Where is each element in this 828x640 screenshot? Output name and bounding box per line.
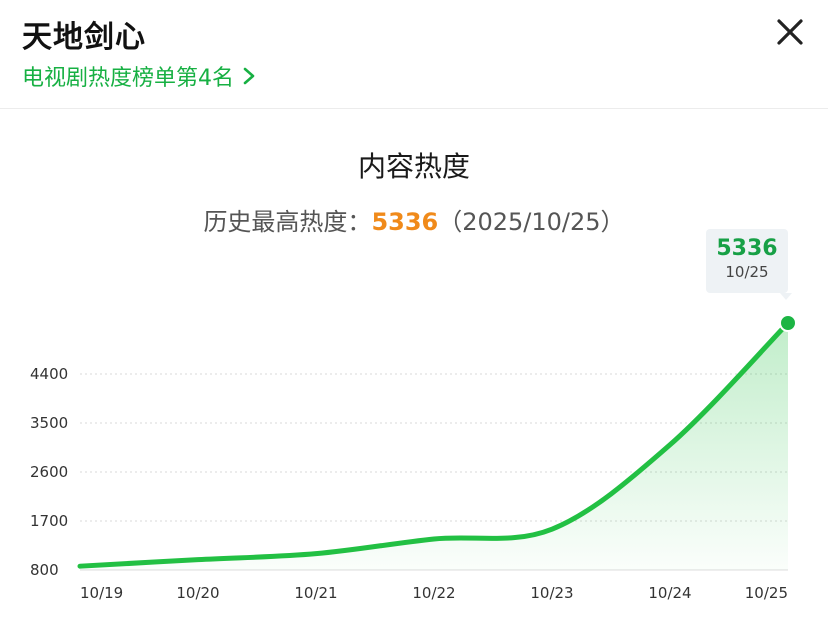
- x-tick-label: 10/19: [80, 584, 123, 602]
- y-tick-label: 800: [30, 561, 59, 579]
- chevron-right-icon: [243, 67, 255, 85]
- peak-tooltip: 5336 10/25: [706, 229, 788, 293]
- x-tick-label: 10/21: [294, 584, 337, 602]
- peak-point: [779, 314, 797, 332]
- x-tick-label: 10/20: [176, 584, 219, 602]
- x-tick-label: 10/23: [530, 584, 573, 602]
- x-tick-label: 10/25: [745, 584, 788, 602]
- tooltip-pointer: [780, 293, 792, 300]
- rank-link[interactable]: 电视剧热度榜单第4名: [22, 60, 258, 92]
- section-title: 内容热度: [357, 150, 470, 183]
- y-tick-label: 1700: [30, 512, 68, 530]
- show-title: 天地剑心: [22, 20, 146, 55]
- tooltip-value: 5336: [716, 236, 778, 261]
- x-tick-label: 10/22: [412, 584, 455, 602]
- y-tick-label: 2600: [30, 463, 68, 481]
- tooltip-date: 10/25: [725, 263, 769, 281]
- x-tick-label: 10/24: [648, 584, 691, 602]
- y-tick-label: 4400: [30, 365, 68, 383]
- heat-chart: 800 1700 2600 3500 4400 10/19 10/20 10/21 10/22…: [30, 314, 797, 602]
- close-icon[interactable]: [772, 14, 808, 50]
- detail-header: 天地剑心 电视剧热度榜单第4名: [0, 0, 828, 109]
- y-tick-label: 3500: [30, 414, 68, 432]
- series-area: [80, 323, 788, 570]
- rank-label: 电视剧热度榜单第4名: [22, 66, 234, 91]
